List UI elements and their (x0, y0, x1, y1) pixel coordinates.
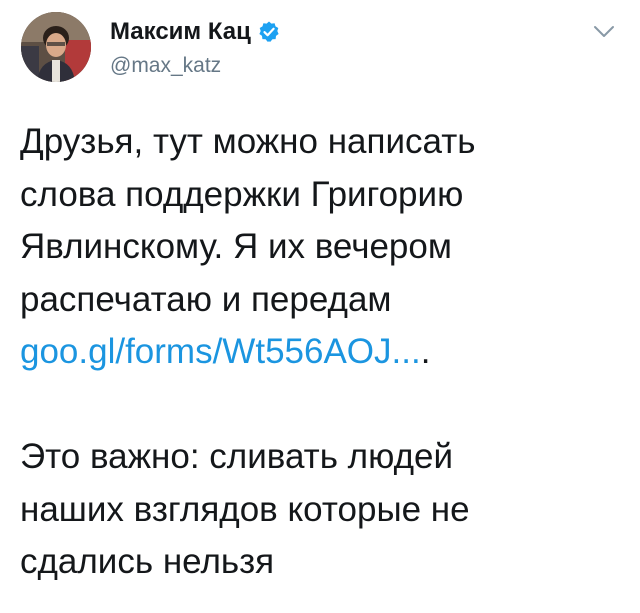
author-header: Максим Кац (110, 18, 281, 46)
tweet-line: сдались нельзя (20, 542, 275, 581)
tweet-link-line: goo.gl/forms/Wt556AOJ.... (20, 326, 630, 379)
tweet-link[interactable]: goo.gl/forms/Wt556AOJ... (20, 332, 421, 371)
tweet-card: Максим Кац @max_katz Друзья, тут можно н… (0, 0, 640, 613)
tweet-line: наших взглядов которые не (20, 489, 470, 529)
verified-badge-icon (257, 20, 281, 44)
tweet-line: Явлинскому. Я их вечером (20, 227, 452, 266)
tweet-line: Это важно: сливать людей (20, 437, 454, 476)
tweet-line: распечатаю и передам (20, 279, 392, 319)
author-handle[interactable]: @max_katz (110, 54, 221, 78)
tweet-line: Друзья, тут можно написать (20, 122, 476, 161)
link-suffix: . (420, 332, 431, 371)
display-name[interactable]: Максим Кац (110, 18, 251, 46)
tweet-line: слова поддержки Григорию (20, 174, 464, 214)
chevron-down-icon[interactable] (592, 24, 616, 40)
tweet-text: Друзья, тут можно написать слова поддерж… (20, 116, 630, 589)
avatar[interactable] (21, 12, 91, 82)
